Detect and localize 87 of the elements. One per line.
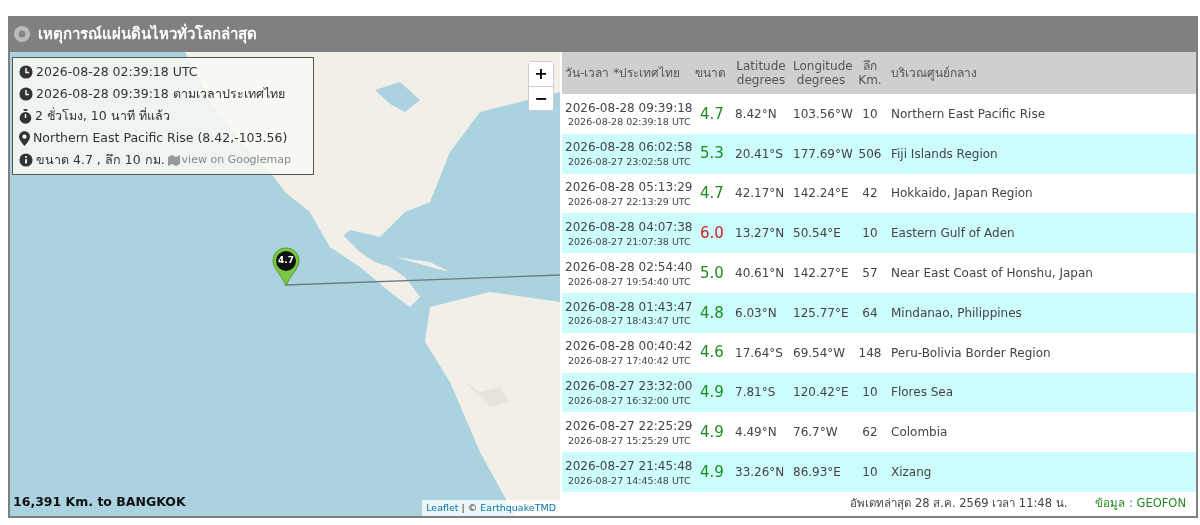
table-cell: 57 bbox=[852, 253, 888, 293]
magnitude-cell: 5.3 bbox=[692, 133, 732, 174]
location-text: Northern East Pacific Rise (8.42,-103.56) bbox=[33, 128, 288, 147]
clock-icon bbox=[19, 87, 33, 101]
utc-time: 2026-08-27 15:25:29 UTC bbox=[567, 434, 689, 447]
table-cell: 10 bbox=[852, 213, 888, 254]
utc-time: 2026-08-27 17:40:42 UTC bbox=[567, 355, 689, 367]
table-cell: 142.27°E bbox=[790, 253, 852, 293]
table-cell: 33.26°N bbox=[732, 452, 790, 492]
magnitude-cell: 5.0 bbox=[692, 253, 732, 293]
table-cell: Fiji Islands Region bbox=[888, 133, 1196, 174]
table-cell: 10 bbox=[852, 452, 888, 492]
table-cell: Hokkaido, Japan Region bbox=[888, 173, 1196, 214]
table-cell: 103.56°W bbox=[790, 94, 852, 134]
table-cell: 6.03°N bbox=[732, 293, 790, 333]
utc-time: 2026-08-27 22:13:29 UTC bbox=[567, 195, 689, 208]
table-cell: Xizang bbox=[888, 452, 1196, 492]
update-time: อัพเดทล่าสุด 28 ส.ค. 2569 เวลา 11:48 น. bbox=[850, 495, 1068, 513]
column-header: วัน-เวลา *ประเทศไทย bbox=[562, 52, 692, 94]
magnitude-cell: 6.0 bbox=[692, 213, 732, 254]
elapsed-time: 2 ชั่วโมง, 10 นาที ที่แล้ว bbox=[35, 106, 170, 125]
magnitude-cell: 4.9 bbox=[692, 452, 732, 492]
table-cell: Flores Sea bbox=[888, 372, 1196, 413]
magnitude-cell: 4.7 bbox=[692, 94, 732, 134]
utc-time: 2026-08-27 14:45:48 UTC bbox=[567, 474, 689, 487]
table-cell: Near East Coast of Honshu, Japan bbox=[888, 253, 1196, 293]
table-cell: 125.77°E bbox=[790, 293, 852, 333]
stopwatch-icon bbox=[19, 108, 32, 124]
table-cell: 42.17°N bbox=[732, 173, 790, 214]
table-cell: 10 bbox=[852, 372, 888, 413]
table-cell: 62 bbox=[852, 412, 888, 453]
table-cell: Colombia bbox=[888, 412, 1196, 453]
table-cell: 50.54°E bbox=[790, 213, 852, 254]
table-cell: 148 bbox=[852, 332, 888, 373]
clock-icon bbox=[19, 65, 33, 79]
column-header: Longitude degrees bbox=[790, 52, 852, 94]
table-cell: 177.69°W bbox=[790, 133, 852, 174]
info-icon bbox=[19, 153, 33, 167]
table-cell: 20.41°S bbox=[732, 133, 790, 174]
table-cell: Mindanao, Philippines bbox=[888, 293, 1196, 333]
copyright-text: | © bbox=[461, 500, 478, 515]
table-cell: 64 bbox=[852, 293, 888, 333]
table-cell: 40.61°N bbox=[732, 253, 790, 293]
table-cell: 69.54°W bbox=[790, 332, 852, 373]
column-header: ลึก Km. bbox=[852, 52, 888, 94]
utc-time: 2026-08-27 21:07:38 UTC bbox=[567, 235, 689, 248]
column-header: บริเวณศูนย์กลาง bbox=[888, 52, 1196, 94]
panel-title: เหตุการณ์แผ่นดินไหวทั่วโลกล่าสุด bbox=[38, 22, 257, 46]
column-header: Latitude degrees bbox=[732, 52, 790, 94]
magnitude-depth: ขนาด 4.7 , ลึก 10 กม. bbox=[36, 150, 165, 169]
zoom-out-button[interactable]: − bbox=[529, 86, 553, 110]
table-cell: 120.42°E bbox=[790, 372, 852, 413]
utc-time: 2026-08-27 19:54:40 UTC bbox=[567, 275, 689, 288]
table-cell: 86.93°E bbox=[790, 452, 852, 492]
map-icon bbox=[167, 154, 180, 166]
utc-time: 2026-08-28 02:39:18 UTC bbox=[567, 116, 689, 129]
table-cell: 142.24°E bbox=[790, 173, 852, 214]
utc-time: 2026-08-27 18:43:47 UTC bbox=[567, 315, 689, 328]
magnitude-cell: 4.7 bbox=[692, 173, 732, 214]
table-cell: 76.7°W bbox=[790, 412, 852, 453]
magnitude-cell: 4.8 bbox=[692, 293, 732, 333]
data-source: ข้อมูล : GEOFON bbox=[1095, 495, 1186, 513]
table-cell: Northern East Pacific Rise bbox=[888, 94, 1196, 134]
table-cell: 506 bbox=[852, 133, 888, 174]
table-cell: 42 bbox=[852, 173, 888, 214]
source-link[interactable]: EarthquakeTMD bbox=[480, 500, 556, 515]
magnitude-cell: 4.9 bbox=[692, 412, 732, 453]
magnitude-cell: 4.9 bbox=[692, 372, 732, 413]
leaflet-link[interactable]: Leaflet bbox=[426, 500, 459, 515]
utc-time: 2026-08-27 23:02:58 UTC bbox=[567, 156, 689, 169]
distance-label: 16,391 Km. to BANGKOK bbox=[13, 493, 186, 512]
table-cell: 17.64°S bbox=[732, 332, 790, 373]
circle-icon bbox=[14, 26, 30, 42]
map-marker[interactable]: 4.7 bbox=[272, 247, 300, 287]
column-header: ขนาด bbox=[692, 52, 732, 94]
thai-time: 2026-08-28 09:39:18 ตามเวลาประเทศไทย bbox=[36, 84, 285, 103]
table-cell: Peru-Bolivia Border Region bbox=[888, 332, 1196, 373]
utc-time: 2026-08-27 16:32:00 UTC bbox=[567, 394, 689, 407]
magnitude-cell: 4.6 bbox=[692, 332, 732, 373]
table-cell: 13.27°N bbox=[732, 213, 790, 254]
utc-time: 2026-08-28 02:39:18 UTC bbox=[36, 62, 198, 81]
table-cell: 7.81°S bbox=[732, 372, 790, 413]
table-cell: 10 bbox=[852, 94, 888, 134]
table-cell: 4.49°N bbox=[732, 412, 790, 453]
table-cell: 8.42°N bbox=[732, 94, 790, 134]
table-cell: Eastern Gulf of Aden bbox=[888, 213, 1196, 254]
location-pin-icon bbox=[19, 130, 30, 146]
